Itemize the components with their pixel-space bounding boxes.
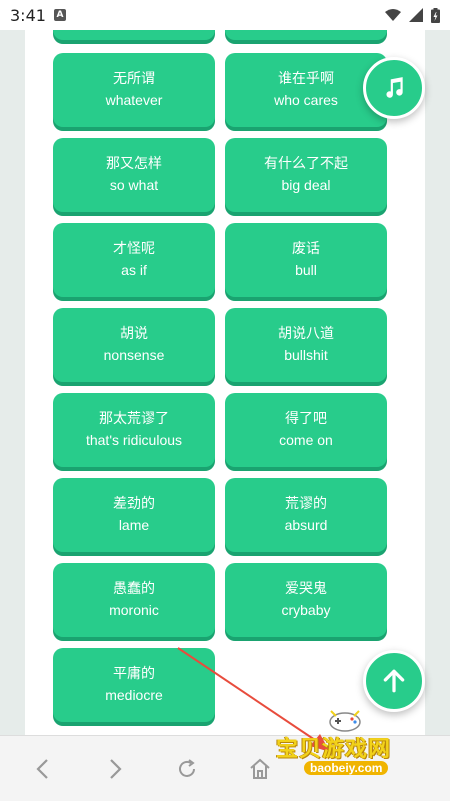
phrase-english: big deal (281, 177, 331, 193)
phrase-english: come on (279, 432, 333, 448)
phrase-english: as if (121, 262, 147, 278)
phrase-card[interactable]: 爱哭鬼 crybaby (225, 563, 387, 637)
back-icon (36, 759, 48, 779)
phrase-chinese: 才怪呢 (113, 241, 155, 257)
phrase-card[interactable]: 胡说八道 bullshit (225, 308, 387, 382)
status-time: 3:41 (10, 5, 46, 25)
phrase-card-partial[interactable] (225, 30, 387, 40)
phrase-english: crybaby (281, 602, 331, 618)
phrase-chinese: 胡说八道 (278, 326, 334, 342)
phrase-chinese: 谁在乎啊 (278, 71, 334, 87)
notification-icon: A (53, 9, 66, 21)
phrase-chinese: 愚蠢的 (113, 581, 155, 597)
battery-icon (431, 7, 440, 23)
phrase-chinese: 胡说 (120, 326, 148, 342)
phrase-card[interactable]: 那太荒谬了 that's ridiculous (53, 393, 215, 467)
phrase-english: who cares (274, 92, 338, 108)
phrase-chinese: 废话 (292, 241, 320, 257)
phrase-card[interactable]: 那又怎样 so what (53, 138, 215, 212)
phrase-english: lame (118, 517, 150, 533)
phrase-english: moronic (109, 602, 159, 618)
watermark-url: baobeiy.com (304, 761, 389, 775)
phrase-chinese: 有什么了不起 (264, 156, 348, 172)
watermark-text: 宝贝游戏网 (276, 737, 392, 762)
phrase-card[interactable]: 荒谬的 absurd (225, 478, 387, 552)
phrase-card[interactable]: 废话 bull (225, 223, 387, 297)
phrase-card-partial[interactable] (53, 30, 215, 40)
phrase-chinese: 爱哭鬼 (285, 581, 327, 597)
music-note-icon (386, 77, 403, 98)
phrase-chinese: 得了吧 (285, 411, 327, 427)
phrase-card[interactable]: 有什么了不起 big deal (225, 138, 387, 212)
phrase-card[interactable]: 差劲的 lame (53, 478, 215, 552)
phrase-chinese: 平庸的 (113, 666, 155, 682)
refresh-icon (179, 759, 195, 777)
status-bar: 3:41 A (0, 0, 450, 30)
phrase-english: whatever (105, 92, 163, 108)
phrase-card[interactable]: 胡说 nonsense (53, 308, 215, 382)
wifi-icon (385, 9, 401, 21)
arrow-up-icon (383, 669, 405, 693)
phrase-chinese: 无所谓 (113, 71, 155, 87)
page-viewport[interactable]: 无所谓 whatever 谁在乎啊 who cares 那又怎样 so what 有什么了不… (0, 30, 450, 735)
phrase-english: bull (295, 262, 317, 278)
forward-button[interactable] (100, 754, 130, 784)
phrase-card[interactable]: 愚蠢的 moronic (53, 563, 215, 637)
phrase-chinese: 差劲的 (113, 496, 155, 512)
music-button[interactable] (363, 57, 425, 119)
signal-icon (409, 8, 423, 22)
phrase-card[interactable]: 才怪呢 as if (53, 223, 215, 297)
gamepad-logo (329, 710, 361, 732)
phrase-card[interactable]: 无所谓 whatever (53, 53, 215, 127)
forward-icon (110, 759, 122, 779)
phrase-english: absurd (284, 517, 328, 533)
content-panel: 无所谓 whatever 谁在乎啊 who cares 那又怎样 so what 有什么了不… (25, 30, 425, 735)
scroll-top-button[interactable] (363, 650, 425, 712)
phrase-chinese: 那太荒谬了 (99, 411, 169, 427)
refresh-button[interactable] (172, 754, 202, 784)
watermark: 宝贝游戏网 baobeiy.com (276, 705, 426, 785)
home-icon (250, 758, 270, 779)
phrase-chinese: 那又怎样 (106, 156, 162, 172)
home-button[interactable] (245, 754, 275, 784)
phrase-english: mediocre (105, 687, 163, 703)
phrase-english: that's ridiculous (85, 432, 183, 448)
back-button[interactable] (28, 754, 58, 784)
phrase-english: nonsense (103, 347, 165, 363)
phrase-chinese: 荒谬的 (285, 496, 327, 512)
phrase-card[interactable]: 得了吧 come on (225, 393, 387, 467)
phrase-card[interactable]: 平庸的 mediocre (53, 648, 215, 722)
phrase-english: so what (109, 177, 159, 193)
phrase-english: bullshit (284, 347, 328, 363)
